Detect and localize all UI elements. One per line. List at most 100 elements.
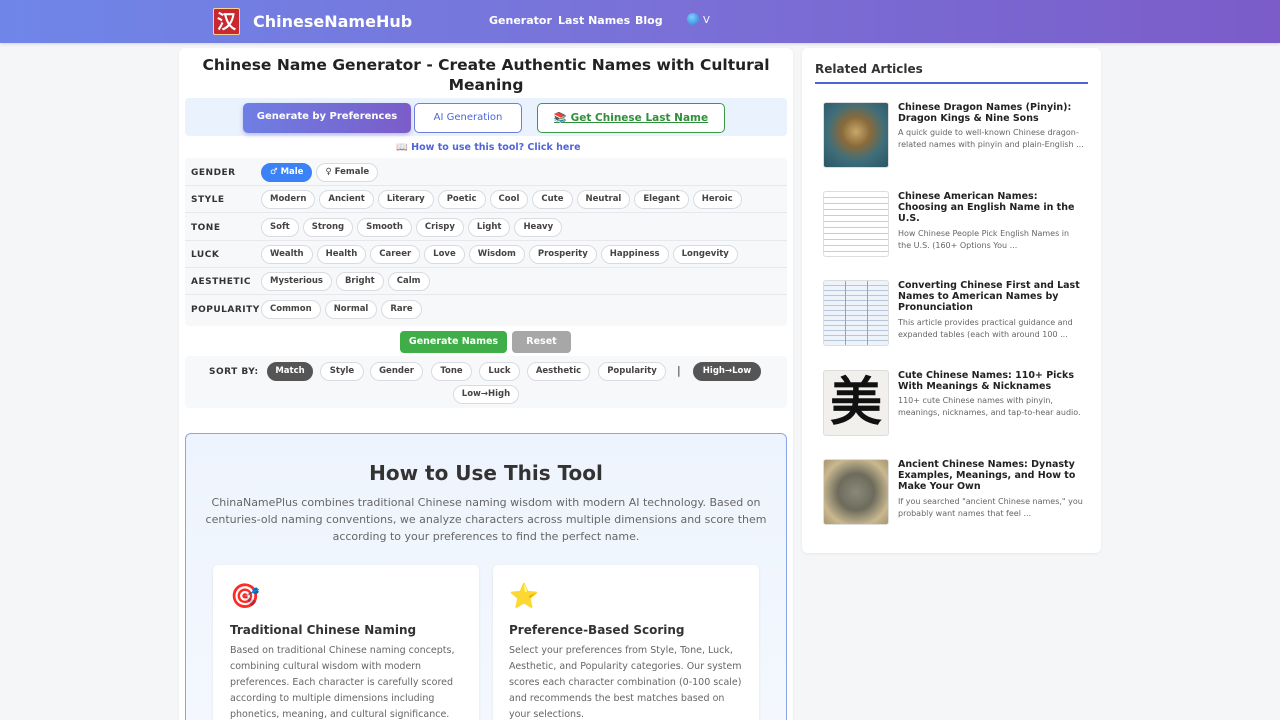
article-title[interactable]: Chinese American Names: Choosing an Engl… (898, 191, 1084, 224)
filter-options: Mysterious Bright Calm (261, 272, 430, 292)
filter-chip[interactable]: Bright (335, 272, 384, 292)
filter-chip[interactable]: Cool (489, 190, 529, 210)
filter-chip[interactable]: Wealth (261, 244, 313, 264)
tab-generate-by-preferences[interactable]: Generate by Preferences (243, 103, 411, 133)
filter-chip[interactable]: Poetic (437, 190, 486, 210)
filter-label: LUCK (191, 249, 220, 260)
filter-options: Wealth Health Career Love Wisdom Prosperity Ha… (261, 244, 738, 264)
filter-chip[interactable]: Crispy (415, 217, 464, 237)
filter-chip[interactable]: Smooth (357, 217, 412, 237)
sort-option-luck[interactable]: Luck (479, 362, 520, 381)
filter-chip[interactable]: Soft (261, 217, 299, 237)
filter-chip[interactable]: Heavy (514, 217, 563, 237)
article-thumbnail[interactable] (823, 102, 889, 168)
filter-chip[interactable]: Cute (532, 190, 573, 210)
language-selector[interactable]: V (687, 13, 710, 26)
sort-option-gender[interactable]: Gender (370, 362, 423, 381)
brand-name[interactable]: ChineseNameHub (253, 12, 412, 31)
reset-button[interactable]: Reset (512, 331, 571, 353)
filter-chip[interactable]: Rare (381, 299, 422, 319)
filter-row-luck: LUCK Wealth Health Career Love Wisdom Prosperi… (185, 241, 787, 268)
language-chevron: V (703, 15, 710, 26)
article-title[interactable]: Chinese Dragon Names (Pinyin): Dragon Ki… (898, 102, 1084, 124)
article-thumbnail[interactable]: 美 (823, 370, 889, 436)
filter-chip[interactable]: Neutral (576, 190, 631, 210)
sort-option-aesthetic[interactable]: Aesthetic (527, 362, 590, 381)
article-excerpt: If you searched "ancient Chinese names,"… (898, 497, 1083, 518)
filter-chip[interactable]: Heroic (692, 190, 742, 210)
article-item[interactable]: Chinese Dragon Names (Pinyin): Dragon Ki… (815, 94, 1088, 177)
filter-label: TONE (191, 222, 221, 233)
sort-option-popularity[interactable]: Popularity (598, 362, 666, 381)
globe-icon (687, 13, 699, 25)
article-excerpt: How Chinese People Pick English Names in… (898, 229, 1070, 250)
target-icon: 🎯 (230, 582, 260, 610)
feature-title: Traditional Chinese Naming (230, 623, 417, 637)
filter-row-tone: TONE Soft Strong Smooth Crispy Light Heavy (185, 214, 787, 241)
filter-chip[interactable]: ♂ Male (261, 163, 313, 182)
tab-get-last-name[interactable]: 📚 Get Chinese Last Name (537, 103, 725, 133)
related-articles-title: Related Articles (815, 62, 923, 76)
article-item[interactable]: Converting Chinese First and Last Names … (815, 272, 1088, 355)
filter-chip[interactable]: Strong (302, 217, 354, 237)
filter-row-gender: GENDER ♂ Male ♀ Female (185, 159, 787, 186)
filter-chip[interactable]: Light (467, 217, 511, 237)
sort-separator: | (677, 364, 681, 377)
nav-generator[interactable]: Generator (489, 14, 552, 27)
feature-description: Select your preferences from Style, Tone… (509, 645, 742, 720)
filter-chip[interactable]: Modern (261, 190, 316, 210)
sort-option-tone[interactable]: Tone (431, 362, 472, 381)
article-excerpt: A quick guide to well-known Chinese drag… (898, 128, 1084, 149)
sort-high-to-low[interactable]: High→Low (693, 362, 761, 381)
filter-chip[interactable]: Love (424, 244, 465, 264)
article-item[interactable]: Ancient Chinese Names: Dynasty Examples,… (815, 451, 1088, 534)
filter-row-popularity: POPULARITY Common Normal Rare (185, 296, 787, 323)
filter-label: AESTHETIC (191, 277, 252, 288)
sort-low-to-high[interactable]: Low→High (453, 385, 519, 404)
how-to-use-link[interactable]: 📖 How to use this tool? Click here (396, 142, 581, 153)
filter-label: GENDER (191, 168, 236, 178)
sort-option-style[interactable]: Style (320, 362, 364, 381)
article-thumbnail[interactable] (823, 459, 889, 525)
filter-chip[interactable]: Longevity (672, 244, 738, 264)
filter-chip[interactable]: Mysterious (261, 272, 332, 292)
filter-chip[interactable]: Prosperity (528, 244, 597, 264)
filter-label: POPULARITY (191, 304, 260, 315)
filter-chip[interactable]: Happiness (600, 244, 669, 264)
sort-option-match[interactable]: Match (267, 362, 313, 381)
filter-label: STYLE (191, 195, 225, 206)
filter-options: Common Normal Rare (261, 299, 422, 319)
feature-description: Based on traditional Chinese naming conc… (230, 645, 455, 720)
article-thumbnail[interactable] (823, 191, 889, 257)
filter-options: Soft Strong Smooth Crispy Light Heavy (261, 217, 563, 237)
how-to-description: ChinaNamePlus combines traditional Chine… (205, 496, 767, 543)
filter-chip[interactable]: ♀ Female (316, 163, 379, 182)
article-title[interactable]: Converting Chinese First and Last Names … (898, 280, 1084, 313)
nav-blog[interactable]: Blog (635, 14, 663, 27)
filter-options: ♂ Male ♀ Female (261, 163, 379, 182)
title-underline (815, 82, 1088, 84)
tab-ai-generation[interactable]: AI Generation (414, 103, 522, 133)
article-item[interactable]: 美 Cute Chinese Names: 110+ Picks With Me… (815, 362, 1088, 445)
filter-chip[interactable]: Calm (387, 272, 430, 292)
feature-title: Preference-Based Scoring (509, 623, 685, 637)
article-item[interactable]: Chinese American Names: Choosing an Engl… (815, 183, 1088, 266)
logo-icon[interactable]: 汉 (213, 8, 240, 35)
article-title[interactable]: Ancient Chinese Names: Dynasty Examples,… (898, 459, 1084, 492)
filter-chip[interactable]: Normal (324, 299, 378, 319)
article-excerpt: 110+ cute Chinese names with pinyin, mea… (898, 396, 1081, 417)
article-excerpt: This article provides practical guidance… (898, 318, 1073, 339)
filter-row-style: STYLE Modern Ancient Literary Poetic Cool Cute… (185, 186, 787, 214)
filter-chip[interactable]: Literary (377, 190, 434, 210)
filter-chip[interactable]: Elegant (634, 190, 689, 210)
generate-names-button[interactable]: Generate Names (400, 331, 507, 353)
filter-chip[interactable]: Wisdom (468, 244, 525, 264)
filter-chip[interactable]: Ancient (319, 190, 374, 210)
article-title[interactable]: Cute Chinese Names: 110+ Picks With Mean… (898, 370, 1084, 392)
nav-last-names[interactable]: Last Names (558, 14, 630, 27)
filter-row-aesthetic: AESTHETIC Mysterious Bright Calm (185, 268, 787, 296)
filter-chip[interactable]: Common (261, 299, 321, 319)
article-thumbnail[interactable] (823, 280, 889, 346)
filter-chip[interactable]: Health (316, 244, 367, 264)
filter-chip[interactable]: Career (370, 244, 421, 264)
